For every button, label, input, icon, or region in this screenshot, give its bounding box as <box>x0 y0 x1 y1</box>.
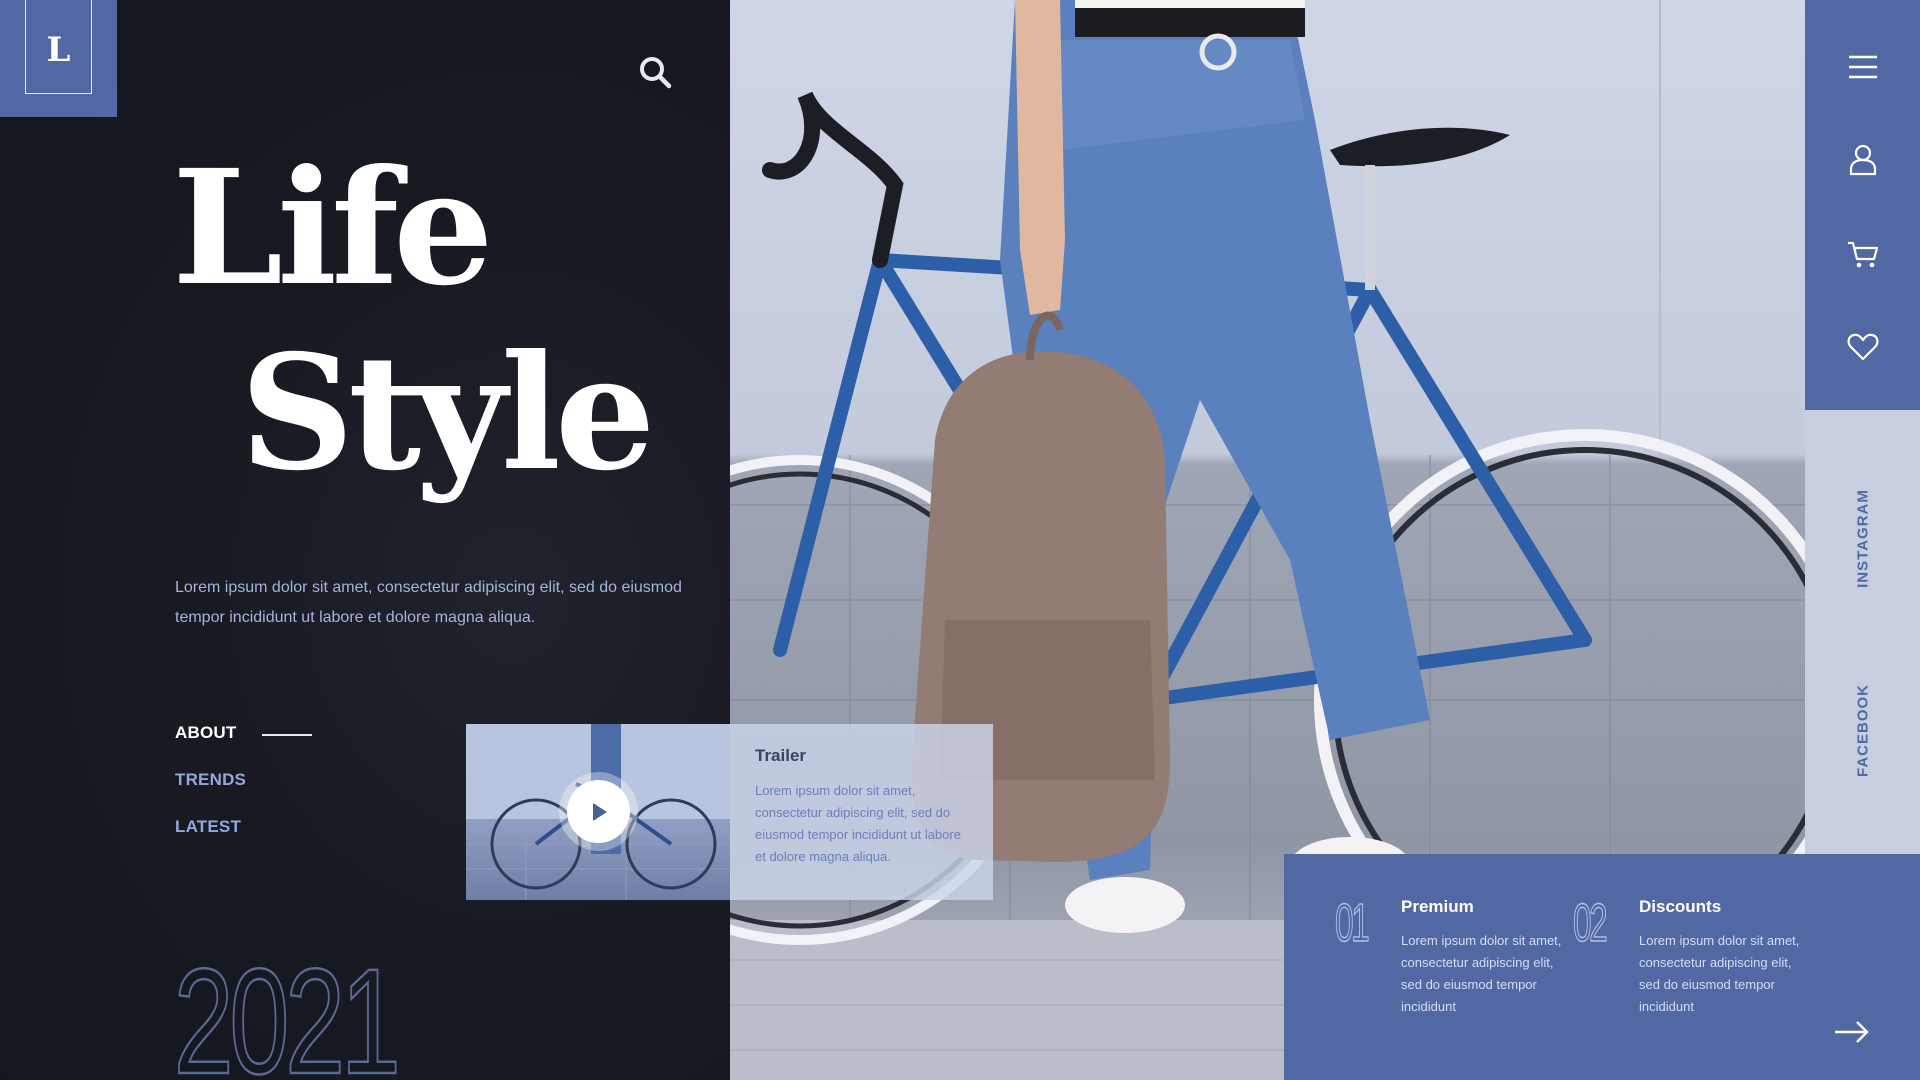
feature-description: Lorem ipsum dolor sit amet, consectetur … <box>1401 933 1562 1014</box>
heart-icon[interactable] <box>1846 329 1880 363</box>
nav-item-latest[interactable]: LATEST <box>175 817 246 837</box>
social-bar <box>1805 410 1920 855</box>
hero-title-line-2: Style <box>240 321 655 506</box>
play-button[interactable] <box>567 780 630 843</box>
year-outline: 2021 <box>173 955 402 1080</box>
left-panel: L Life Style Lorem ipsum dolor sit amet,… <box>0 0 730 1080</box>
hero-intro-text: Lorem ipsum dolor sit amet, consectetur … <box>175 579 682 626</box>
cart-icon[interactable] <box>1846 237 1880 271</box>
menu-icon[interactable] <box>1846 50 1880 84</box>
year-text: 2021 <box>174 955 397 1080</box>
user-icon[interactable] <box>1846 142 1880 176</box>
social-link-instagram[interactable]: INSTAGRAM <box>1855 486 1872 592</box>
feature-title: Premium <box>1401 897 1474 916</box>
search-icon[interactable] <box>638 55 672 89</box>
section-nav: ABOUT TRENDS LATEST <box>175 723 246 864</box>
nav-active-indicator <box>262 734 312 736</box>
trailer-title: Trailer <box>755 746 807 765</box>
feature-number: 01 <box>1335 892 1371 953</box>
nav-item-about[interactable]: ABOUT <box>175 723 246 743</box>
feature-description: Lorem ipsum dolor sit amet, consectetur … <box>1639 933 1800 1014</box>
hero-title-line-1: Life <box>172 136 494 321</box>
arrow-right-icon[interactable] <box>1834 1020 1870 1044</box>
logo-letter: L <box>46 30 71 70</box>
feature-number: 02 <box>1573 892 1609 953</box>
logo[interactable]: L <box>0 0 117 117</box>
trailer-card: Trailer Lorem ipsum dolor sit amet, cons… <box>730 724 993 900</box>
nav-item-trends[interactable]: TRENDS <box>175 770 246 790</box>
features-panel <box>1284 854 1920 1080</box>
feature-title: Discounts <box>1639 897 1722 916</box>
trailer-description: Lorem ipsum dolor sit amet, consectetur … <box>755 783 961 864</box>
social-link-facebook[interactable]: FACEBOOK <box>1855 678 1872 784</box>
